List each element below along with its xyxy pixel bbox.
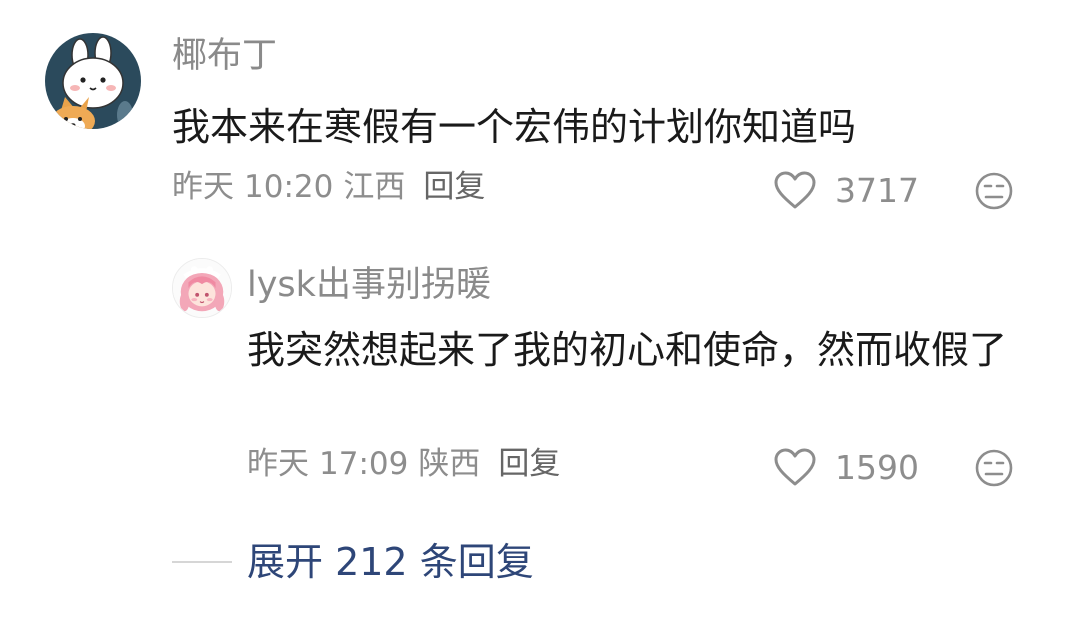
heart-outline-icon [774, 171, 816, 209]
reply-location: 陕西 [418, 446, 481, 482]
expand-divider [172, 561, 232, 563]
reply-time: 17:09 [319, 446, 409, 482]
reply-text: 我突然想起来了我的初心和使命，然而收假了 [247, 328, 1008, 372]
unhappy-face-icon [975, 449, 1013, 487]
pink-hair-girl-avatar-icon [173, 259, 231, 317]
reply-meta: 昨天 17:09 陕西 回复 [247, 449, 560, 480]
comment-like-count: 3717 [835, 170, 919, 210]
replier-avatar[interactable] [172, 258, 232, 318]
reply-like-count: 1590 [835, 447, 919, 487]
heart-outline-icon [774, 448, 816, 486]
reply-dislike-button[interactable] [974, 448, 1014, 488]
commenter-username[interactable]: 椰布丁 [172, 39, 277, 74]
comment-reply-button[interactable]: 回复 [423, 172, 485, 203]
bunny-and-corgi-avatar-icon [45, 33, 141, 129]
replier-username[interactable]: lysk出事别拐暖 [247, 268, 491, 303]
comment-meta: 昨天 10:20 江西 回复 [172, 172, 485, 203]
comment-like-button[interactable]: 3717 [773, 170, 919, 210]
reply-date: 昨天 [247, 446, 309, 482]
comment-dislike-button[interactable] [974, 171, 1014, 211]
comment-text: 我本来在寒假有一个宏伟的计划你知道吗 [172, 105, 857, 149]
comment-time: 10:20 [244, 169, 334, 205]
expand-replies-button[interactable]: 展开 212 条回复 [247, 540, 534, 584]
unhappy-face-icon [975, 172, 1013, 210]
comment-location: 江西 [343, 169, 406, 205]
comment-date: 昨天 [172, 169, 234, 205]
reply-like-button[interactable]: 1590 [773, 447, 919, 487]
commenter-avatar[interactable] [45, 33, 141, 129]
reply-reply-button[interactable]: 回复 [498, 449, 560, 480]
